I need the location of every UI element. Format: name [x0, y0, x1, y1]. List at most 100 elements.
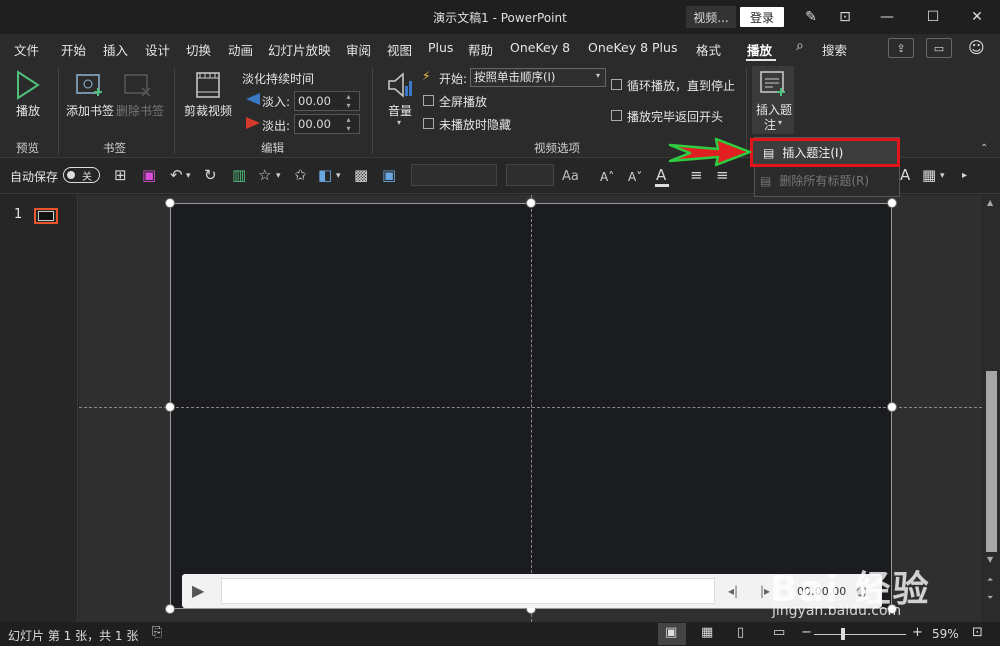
- font-size-box[interactable]: [506, 164, 554, 186]
- minimize-button[interactable]: —: [864, 0, 910, 34]
- redo-icon[interactable]: ↻: [204, 166, 217, 184]
- comments-icon[interactable]: ▭: [926, 38, 952, 58]
- scroll-down-icon[interactable]: ▼: [987, 555, 993, 564]
- fade-in-spinner[interactable]: 00.00: [294, 91, 360, 111]
- zoom-in-icon[interactable]: +: [912, 625, 923, 640]
- zoom-slider-track[interactable]: [814, 634, 906, 635]
- rewind-checkbox[interactable]: [611, 110, 622, 121]
- resize-handle[interactable]: [165, 198, 175, 208]
- save-icon[interactable]: ▣: [142, 166, 156, 184]
- zoom-level[interactable]: 59%: [932, 627, 959, 641]
- play-icon[interactable]: [14, 70, 42, 103]
- tab-view[interactable]: 视图: [387, 40, 412, 59]
- zoom-out-icon[interactable]: −: [801, 625, 812, 640]
- insert-caption-icon[interactable]: [759, 70, 787, 99]
- slideshow-view-icon[interactable]: ▭: [773, 625, 785, 640]
- slide-sorter-icon[interactable]: ▦: [701, 625, 713, 640]
- textbox-icon[interactable]: ▣: [382, 166, 396, 184]
- menu-insert-caption[interactable]: ▤ 插入题注(I): [750, 138, 900, 167]
- collapse-ribbon-icon[interactable]: ⌃: [980, 143, 988, 154]
- zoom-slider-knob[interactable]: [841, 628, 845, 640]
- table-icon[interactable]: ▦: [922, 166, 936, 184]
- video-search-box[interactable]: 视频...: [686, 6, 736, 28]
- chevron-down-icon[interactable]: ▾: [940, 171, 945, 181]
- loop-checkbox[interactable]: [611, 79, 622, 90]
- undo-icon[interactable]: ↶: [170, 166, 183, 184]
- resize-handle[interactable]: [526, 198, 536, 208]
- insert-caption-menu-icon: ▤: [763, 145, 775, 160]
- trim-video-icon[interactable]: [194, 70, 222, 103]
- picture-icon[interactable]: ▩: [354, 166, 368, 184]
- media-play-icon[interactable]: ▶: [192, 581, 204, 600]
- more-icon[interactable]: ▸: [962, 170, 967, 181]
- group-video-options-label: 视频选项: [534, 141, 580, 155]
- add-bookmark-icon[interactable]: [76, 72, 106, 101]
- insert-caption-label-2[interactable]: 注: [764, 116, 776, 133]
- chevron-down-icon[interactable]: ▾: [336, 171, 341, 181]
- normal-view-icon[interactable]: ▣: [665, 625, 677, 640]
- fullscreen-checkbox[interactable]: [423, 95, 434, 106]
- increase-font-icon[interactable]: A˄: [600, 170, 614, 184]
- play-button-label[interactable]: 播放: [16, 102, 40, 119]
- notes-icon[interactable]: ⎘: [152, 625, 162, 640]
- decrease-font-icon[interactable]: A˅: [628, 170, 642, 184]
- tab-file[interactable]: 文件: [14, 40, 39, 59]
- chevron-down-icon[interactable]: ▾: [186, 171, 191, 181]
- maximize-button[interactable]: ☐: [910, 0, 956, 34]
- fit-slide-icon[interactable]: ⊡: [972, 625, 983, 640]
- next-slide-icon[interactable]: ⏷: [987, 593, 993, 603]
- volume-icon[interactable]: [386, 70, 414, 103]
- tab-search[interactable]: 搜索: [822, 40, 847, 59]
- font-name-box[interactable]: [411, 164, 497, 186]
- fade-out-spinner[interactable]: 00.00: [294, 114, 360, 134]
- tab-home[interactable]: 开始: [61, 40, 86, 59]
- trim-video-button[interactable]: 剪裁视频: [184, 102, 232, 119]
- tab-onekey8[interactable]: OneKey 8: [510, 40, 570, 55]
- tab-design[interactable]: 设计: [145, 40, 170, 59]
- step-forward-icon[interactable]: |▸: [760, 584, 770, 598]
- search-icon[interactable]: ⌕: [796, 38, 804, 54]
- tab-help[interactable]: 帮助: [468, 40, 493, 59]
- tab-onekey8-plus[interactable]: OneKey 8 Plus: [588, 40, 677, 55]
- close-button[interactable]: ✕: [954, 0, 1000, 34]
- resize-handle[interactable]: [887, 198, 897, 208]
- chevron-down-icon[interactable]: ▾: [276, 171, 281, 181]
- tab-slideshow[interactable]: 幻灯片放映: [268, 40, 331, 59]
- resize-handle[interactable]: [887, 402, 897, 412]
- tab-plus[interactable]: Plus: [428, 40, 453, 55]
- star-icon[interactable]: ☆: [258, 166, 271, 184]
- shapes-icon[interactable]: ◧: [318, 166, 332, 184]
- add-bookmark-button[interactable]: 添加书签: [66, 102, 114, 119]
- chevron-down-icon[interactable]: ▾: [596, 71, 600, 80]
- media-progress-track[interactable]: [221, 578, 715, 604]
- tab-playback[interactable]: 播放: [747, 40, 772, 59]
- prev-slide-icon[interactable]: ⏶: [987, 575, 993, 585]
- resize-handle[interactable]: [165, 402, 175, 412]
- share-icon[interactable]: ⇪: [888, 38, 914, 58]
- start-select[interactable]: 按照单击顺序(I): [470, 68, 606, 87]
- change-case-icon[interactable]: Aa: [562, 169, 579, 184]
- tab-format[interactable]: 格式: [696, 40, 721, 59]
- ribbon-display-icon[interactable]: ⊡: [822, 0, 868, 34]
- chevron-down-icon[interactable]: ▾: [397, 118, 401, 127]
- tab-review[interactable]: 审阅: [346, 40, 371, 59]
- tab-animations[interactable]: 动画: [228, 40, 253, 59]
- step-back-icon[interactable]: ◂|: [728, 584, 738, 598]
- save-as-icon[interactable]: ⊞: [114, 166, 127, 184]
- slide-icon[interactable]: ▥: [232, 166, 246, 184]
- login-button[interactable]: 登录: [740, 7, 784, 27]
- scrollbar-thumb[interactable]: [986, 371, 997, 552]
- group-bookmarks-label: 书签: [103, 141, 126, 155]
- tab-insert[interactable]: 插入: [103, 40, 128, 59]
- scroll-up-icon[interactable]: ▲: [987, 198, 993, 207]
- text-icon[interactable]: A: [900, 166, 910, 184]
- volume-button[interactable]: 音量: [388, 102, 412, 119]
- chevron-down-icon[interactable]: ▾: [778, 118, 782, 127]
- reading-view-icon[interactable]: ▯: [737, 625, 744, 640]
- tab-transitions[interactable]: 切换: [186, 40, 211, 59]
- smiley-icon[interactable]: ☺: [968, 38, 985, 57]
- font-color-icon[interactable]: A: [656, 166, 666, 184]
- favorite-icon[interactable]: ✩: [294, 166, 307, 184]
- resize-handle[interactable]: [165, 604, 175, 614]
- hide-not-playing-checkbox[interactable]: [423, 118, 434, 129]
